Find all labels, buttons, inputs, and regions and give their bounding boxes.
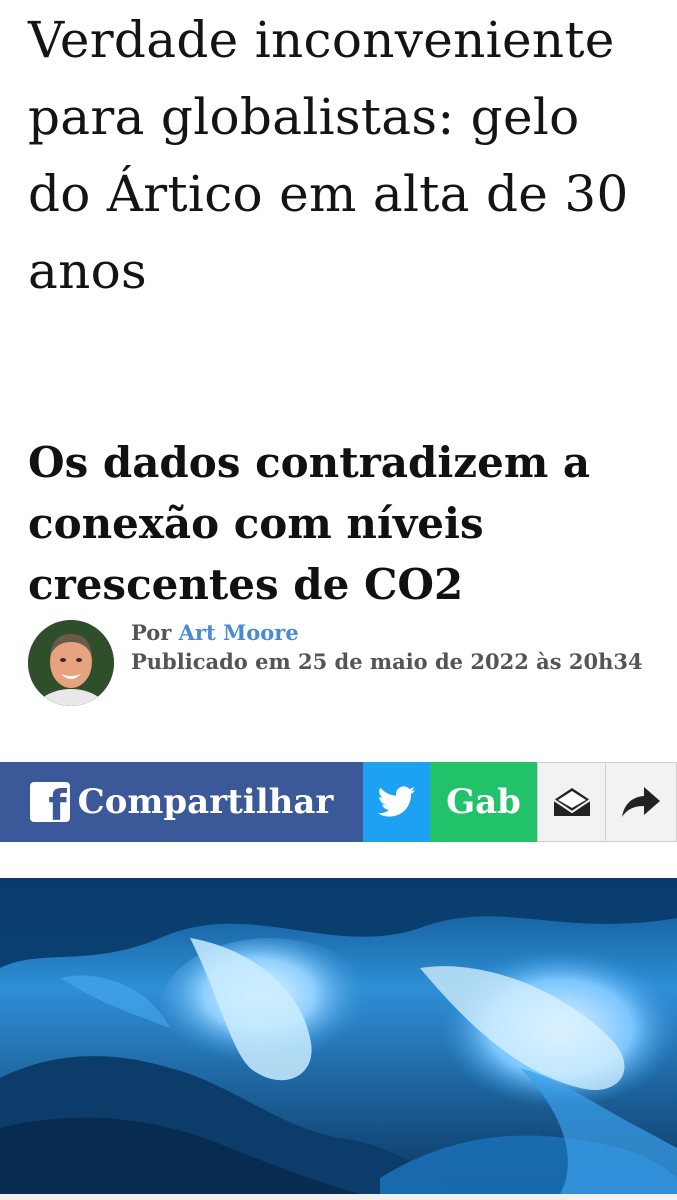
more-share-button[interactable] (605, 762, 677, 842)
share-bar: f Compartilhar Gab (0, 762, 677, 842)
byline-text: Por Art Moore Publicado em 25 de maio de… (131, 618, 643, 676)
facebook-share-label: Compartilhar (77, 782, 334, 822)
twitter-share-button[interactable] (363, 762, 430, 842)
share-arrow-icon (622, 787, 660, 817)
author-avatar[interactable] (28, 620, 114, 706)
headline: Verdade inconveniente para globalistas: … (28, 11, 629, 300)
gab-share-label: Gab (446, 782, 521, 822)
author-link[interactable]: Art Moore (179, 620, 299, 645)
email-share-button[interactable] (537, 762, 605, 842)
hero-image (0, 878, 677, 1194)
publish-date: Publicado em 25 de maio de 2022 às 20h34 (131, 649, 643, 674)
ice-cave-image (0, 878, 677, 1194)
twitter-icon (377, 786, 415, 817)
page-divider (0, 1194, 677, 1200)
by-prefix: Por (131, 620, 172, 645)
facebook-share-button[interactable]: f Compartilhar (0, 762, 363, 842)
subheadline: Os dados contradizem a conexão com nívei… (28, 438, 591, 609)
byline: Por Art Moore Publicado em 25 de maio de… (28, 618, 668, 713)
facebook-icon: f (29, 782, 70, 822)
gab-share-button[interactable]: Gab (430, 762, 537, 842)
email-icon (552, 788, 591, 816)
